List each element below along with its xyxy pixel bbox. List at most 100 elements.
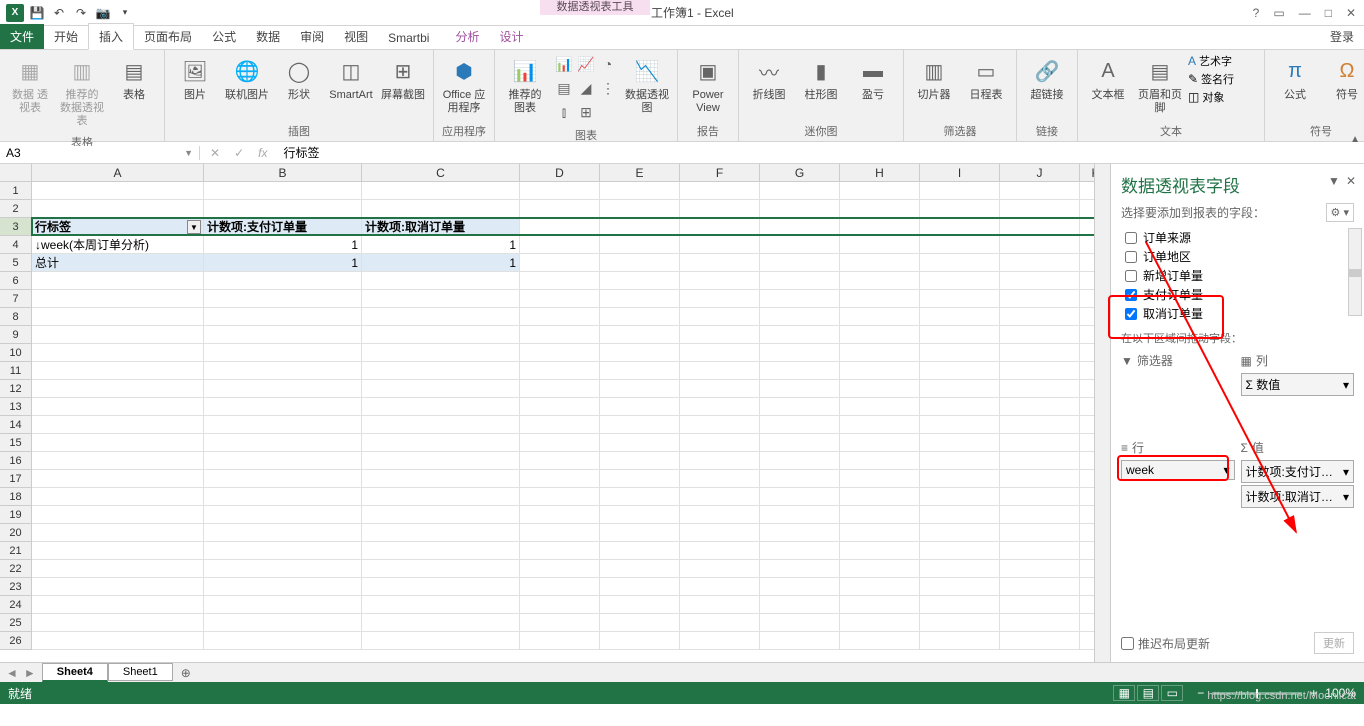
cell-K18[interactable]	[1080, 488, 1094, 506]
cell-B24[interactable]	[204, 596, 362, 614]
cell-A1[interactable]	[32, 182, 204, 200]
cell-C3[interactable]: 计数项:取消订单量	[362, 218, 520, 236]
cell-G23[interactable]	[760, 578, 840, 596]
cell-F9[interactable]	[680, 326, 760, 344]
row-header-7[interactable]: 7	[0, 290, 32, 308]
cell-B4[interactable]: 1	[204, 236, 362, 254]
cell-I12[interactable]	[920, 380, 1000, 398]
collapse-ribbon-icon[interactable]: ▲	[1350, 134, 1360, 145]
cell-F1[interactable]	[680, 182, 760, 200]
sigline-label[interactable]: 签名行	[1201, 71, 1234, 87]
cell-I25[interactable]	[920, 614, 1000, 632]
cell-G8[interactable]	[760, 308, 840, 326]
cell-I20[interactable]	[920, 524, 1000, 542]
cell-E16[interactable]	[600, 452, 680, 470]
timeline-button[interactable]: ▭日程表	[962, 53, 1010, 104]
cell-C9[interactable]	[362, 326, 520, 344]
cell-J24[interactable]	[1000, 596, 1080, 614]
cell-F15[interactable]	[680, 434, 760, 452]
cell-E24[interactable]	[600, 596, 680, 614]
cell-J7[interactable]	[1000, 290, 1080, 308]
cell-C14[interactable]	[362, 416, 520, 434]
cell-D13[interactable]	[520, 398, 600, 416]
cell-J11[interactable]	[1000, 362, 1080, 380]
view-layout-icon[interactable]: ▤	[1137, 685, 1159, 701]
restore-icon[interactable]: □	[1325, 6, 1332, 20]
cell-E1[interactable]	[600, 182, 680, 200]
ribbon-display-icon[interactable]: ▭	[1273, 6, 1284, 20]
cell-C24[interactable]	[362, 596, 520, 614]
cell-F2[interactable]	[680, 200, 760, 218]
cell-K21[interactable]	[1080, 542, 1094, 560]
cell-K11[interactable]	[1080, 362, 1094, 380]
cell-J18[interactable]	[1000, 488, 1080, 506]
pane-settings-button[interactable]: ⚙ ▾	[1326, 203, 1354, 222]
cell-I23[interactable]	[920, 578, 1000, 596]
cell-I8[interactable]	[920, 308, 1000, 326]
cell-K20[interactable]	[1080, 524, 1094, 542]
row-header-15[interactable]: 15	[0, 434, 32, 452]
nav-last-icon[interactable]: ►	[24, 666, 36, 680]
cell-C8[interactable]	[362, 308, 520, 326]
row-header-12[interactable]: 12	[0, 380, 32, 398]
header-footer-button[interactable]: ▤页眉和页脚	[1136, 53, 1184, 117]
cancel-icon[interactable]: ✕	[210, 146, 220, 160]
cell-J5[interactable]	[1000, 254, 1080, 272]
cell-D19[interactable]	[520, 506, 600, 524]
cell-A2[interactable]	[32, 200, 204, 218]
cell-F5[interactable]	[680, 254, 760, 272]
cell-K7[interactable]	[1080, 290, 1094, 308]
area-filters[interactable]: ▼筛选器	[1121, 352, 1235, 433]
cell-D16[interactable]	[520, 452, 600, 470]
cell-B21[interactable]	[204, 542, 362, 560]
cell-H20[interactable]	[840, 524, 920, 542]
cell-B6[interactable]	[204, 272, 362, 290]
row-header-2[interactable]: 2	[0, 200, 32, 218]
cell-A25[interactable]	[32, 614, 204, 632]
cell-C26[interactable]	[362, 632, 520, 650]
cell-B18[interactable]	[204, 488, 362, 506]
cell-B14[interactable]	[204, 416, 362, 434]
tab-design[interactable]: 设计	[489, 24, 533, 49]
cell-G9[interactable]	[760, 326, 840, 344]
cell-C6[interactable]	[362, 272, 520, 290]
col-header-J[interactable]: J	[1000, 164, 1080, 182]
cell-C23[interactable]	[362, 578, 520, 596]
cell-A14[interactable]	[32, 416, 204, 434]
cell-G12[interactable]	[760, 380, 840, 398]
scatter-chart-icon[interactable]: ⋮	[597, 77, 619, 99]
cell-C13[interactable]	[362, 398, 520, 416]
undo-icon[interactable]: ↶	[48, 3, 70, 23]
cell-G19[interactable]	[760, 506, 840, 524]
cell-G21[interactable]	[760, 542, 840, 560]
picture-button[interactable]: 🖼图片	[171, 53, 219, 104]
cell-D17[interactable]	[520, 470, 600, 488]
cell-E4[interactable]	[600, 236, 680, 254]
cell-J17[interactable]	[1000, 470, 1080, 488]
cell-E5[interactable]	[600, 254, 680, 272]
cell-H4[interactable]	[840, 236, 920, 254]
cell-G16[interactable]	[760, 452, 840, 470]
view-break-icon[interactable]: ▭	[1161, 685, 1183, 701]
cell-I4[interactable]	[920, 236, 1000, 254]
cell-F8[interactable]	[680, 308, 760, 326]
add-sheet-button[interactable]: ⊕	[173, 664, 199, 682]
qat-dropdown-icon[interactable]: ▾	[114, 3, 136, 23]
cell-E9[interactable]	[600, 326, 680, 344]
cell-F7[interactable]	[680, 290, 760, 308]
cell-E8[interactable]	[600, 308, 680, 326]
cell-G7[interactable]	[760, 290, 840, 308]
tab-view[interactable]: 视图	[334, 24, 378, 49]
cell-K9[interactable]	[1080, 326, 1094, 344]
cell-K25[interactable]	[1080, 614, 1094, 632]
pivot-chart-button[interactable]: 📉数据透视图	[623, 53, 671, 117]
row-header-4[interactable]: 4	[0, 236, 32, 254]
line-chart-icon[interactable]: 📈	[575, 53, 597, 75]
cell-A5[interactable]: 总计	[32, 254, 204, 272]
cell-I5[interactable]	[920, 254, 1000, 272]
cell-D15[interactable]	[520, 434, 600, 452]
cell-G11[interactable]	[760, 362, 840, 380]
login-link[interactable]: 登录	[1320, 24, 1364, 49]
cell-J8[interactable]	[1000, 308, 1080, 326]
cell-I3[interactable]	[920, 218, 1000, 236]
